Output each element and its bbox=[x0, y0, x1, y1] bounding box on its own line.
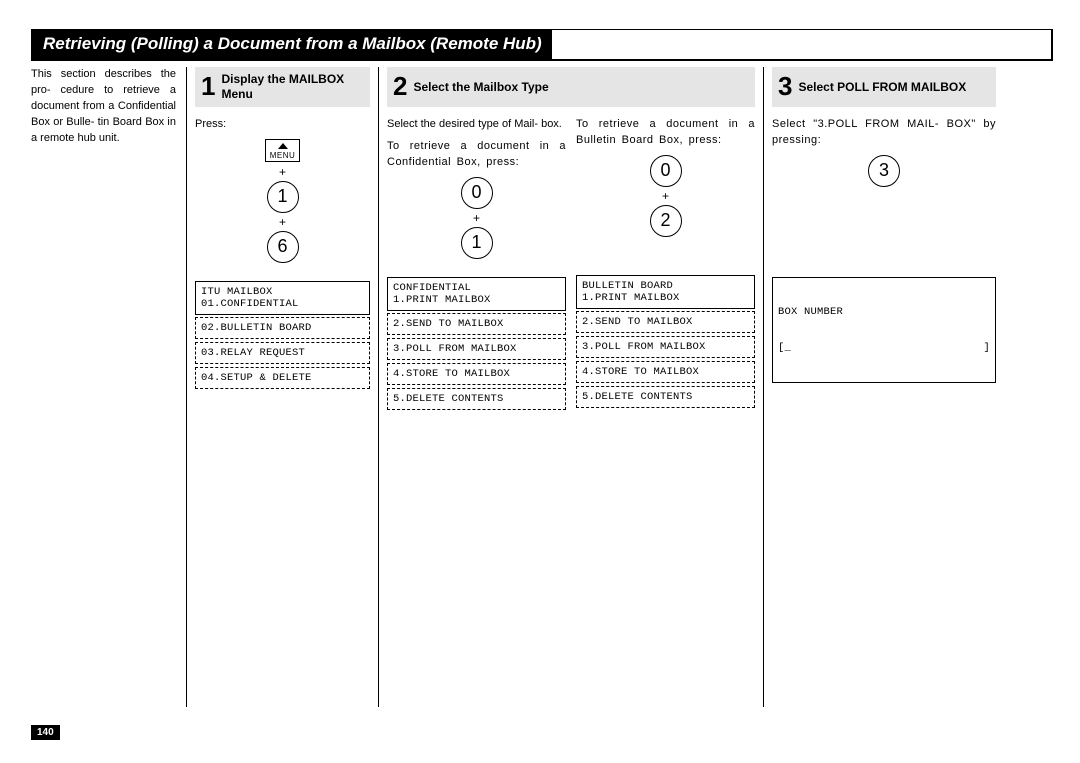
step1-title: Display the MAILBOX Menu bbox=[221, 72, 370, 102]
step2-number: 2 bbox=[387, 73, 413, 101]
step2-left-lcd: CONFIDENTIAL 1.PRINT MAILBOX 2.SEND TO M… bbox=[387, 277, 566, 410]
lcd-option: 03.RELAY REQUEST bbox=[195, 342, 370, 364]
lcd-input-right: ] bbox=[983, 342, 990, 354]
key-1: 1 bbox=[461, 227, 493, 259]
menu-button-icon: MENU bbox=[265, 139, 301, 162]
section-title: Retrieving (Polling) a Document from a M… bbox=[33, 30, 552, 59]
lcd-option: 2.SEND TO MAILBOX bbox=[387, 313, 566, 335]
step2-right: To retrieve a document in a Bulletin Boa… bbox=[576, 117, 755, 410]
step3-lcd: BOX NUMBER [_ ] bbox=[772, 277, 996, 383]
lcd-display: BULLETIN BOARD 1.PRINT MAILBOX bbox=[576, 275, 755, 309]
lcd-input-label: BOX NUMBER bbox=[778, 306, 990, 318]
lcd-option: 4.STORE TO MAILBOX bbox=[387, 363, 566, 385]
key-1: 1 bbox=[267, 181, 299, 213]
plus-icon: + bbox=[195, 215, 370, 229]
key-2: 2 bbox=[650, 205, 682, 237]
lcd-option: 2.SEND TO MAILBOX bbox=[576, 311, 755, 333]
step2-right-text: To retrieve a document in a Bulletin Boa… bbox=[576, 117, 755, 149]
arrow-up-icon bbox=[278, 143, 288, 149]
section-title-bar: Retrieving (Polling) a Document from a M… bbox=[31, 29, 1053, 61]
lcd-display: CONFIDENTIAL 1.PRINT MAILBOX bbox=[387, 277, 566, 311]
lcd-input-display: BOX NUMBER [_ ] bbox=[772, 277, 996, 383]
step1-number: 1 bbox=[195, 73, 221, 101]
step1-press-label: Press: bbox=[195, 117, 370, 133]
lcd-option: 3.POLL FROM MAILBOX bbox=[576, 336, 755, 358]
step3-title: Select POLL FROM MAILBOX bbox=[798, 80, 966, 95]
lcd-input-left: [_ bbox=[778, 342, 791, 354]
plus-icon: + bbox=[387, 211, 566, 225]
plus-icon: + bbox=[195, 165, 370, 179]
step1-column: 1 Display the MAILBOX Menu Press: MENU +… bbox=[186, 67, 379, 707]
step2-left-text: To retrieve a document in a Confidential… bbox=[387, 139, 566, 171]
page-number: 140 bbox=[31, 725, 60, 740]
step2-right-keys: 0 + 2 bbox=[576, 155, 755, 237]
step1-lcd: ITU MAILBOX 01.CONFIDENTIAL 02.BULLETIN … bbox=[195, 281, 370, 389]
lcd-option: 02.BULLETIN BOARD bbox=[195, 317, 370, 339]
lcd-option: 3.POLL FROM MAILBOX bbox=[387, 338, 566, 360]
step3-keys: 3 bbox=[772, 155, 996, 187]
menu-button-label: MENU bbox=[270, 151, 296, 160]
lcd-display: ITU MAILBOX 01.CONFIDENTIAL bbox=[195, 281, 370, 315]
lcd-option: 5.DELETE CONTENTS bbox=[387, 388, 566, 410]
columns: This section describes the pro- cedure t… bbox=[31, 67, 1049, 707]
step3-header: 3 Select POLL FROM MAILBOX bbox=[772, 67, 996, 107]
step1-keys: MENU + 1 + 6 bbox=[195, 139, 370, 263]
plus-icon: + bbox=[576, 189, 755, 203]
step2-left-keys: 0 + 1 bbox=[387, 177, 566, 259]
step1-header: 1 Display the MAILBOX Menu bbox=[195, 67, 370, 107]
step2-intro: Select the desired type of Mail- box. bbox=[387, 117, 566, 133]
step2-right-lcd: BULLETIN BOARD 1.PRINT MAILBOX 2.SEND TO… bbox=[576, 275, 755, 408]
lcd-option: 04.SETUP & DELETE bbox=[195, 367, 370, 389]
key-0: 0 bbox=[650, 155, 682, 187]
intro-text: This section describes the pro- cedure t… bbox=[31, 67, 176, 147]
step2-column: 2 Select the Mailbox Type Select the des… bbox=[379, 67, 764, 707]
lcd-option: 5.DELETE CONTENTS bbox=[576, 386, 755, 408]
lcd-option: 4.STORE TO MAILBOX bbox=[576, 361, 755, 383]
step2-left: Select the desired type of Mail- box. To… bbox=[387, 117, 566, 410]
key-6: 6 bbox=[267, 231, 299, 263]
key-3: 3 bbox=[868, 155, 900, 187]
step3-column: 3 Select POLL FROM MAILBOX Select "3.POL… bbox=[764, 67, 996, 707]
step3-number: 3 bbox=[772, 73, 798, 101]
step2-title: Select the Mailbox Type bbox=[413, 80, 548, 95]
key-0: 0 bbox=[461, 177, 493, 209]
step3-text: Select "3.POLL FROM MAIL- BOX" by pressi… bbox=[772, 117, 996, 149]
step2-header: 2 Select the Mailbox Type bbox=[387, 67, 755, 107]
intro-column: This section describes the pro- cedure t… bbox=[31, 67, 186, 707]
